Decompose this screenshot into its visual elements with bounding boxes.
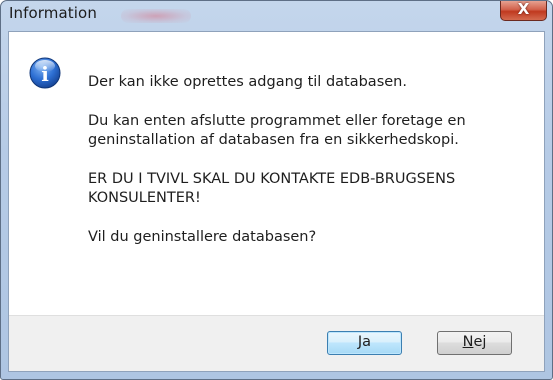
message-line-2: Du kan enten afslutte programmet eller f… xyxy=(88,112,466,149)
no-button[interactable]: Nej xyxy=(437,331,512,355)
message-line-4: Vil du geninstallere databasen? xyxy=(88,228,317,245)
no-button-mnemonic: N xyxy=(462,334,474,350)
title-bar[interactable]: Information X xyxy=(1,1,552,31)
message-area: i Der kan ikke oprettes adgang til datab… xyxy=(9,32,544,315)
no-button-label: ej xyxy=(473,334,487,350)
svg-text:i: i xyxy=(41,62,49,86)
close-icon: X xyxy=(517,0,530,18)
dialog-window: Information X i Der kan ikke oprettes ad… xyxy=(0,0,553,380)
close-button[interactable]: X xyxy=(500,1,547,21)
message-line-1: Der kan ikke oprettes adgang til databas… xyxy=(88,74,407,90)
information-icon: i xyxy=(29,57,61,89)
window-title: Information xyxy=(9,4,97,22)
dialog-client-area: i Der kan ikke oprettes adgang til datab… xyxy=(8,31,545,372)
button-bar: Ja Nej xyxy=(9,315,544,371)
yes-button[interactable]: Ja xyxy=(327,331,402,355)
yes-button-label: Ja xyxy=(357,334,372,350)
dialog-message: Der kan ikke oprettes adgang til databas… xyxy=(88,73,528,266)
title-bar-blur xyxy=(121,9,191,23)
message-line-3: ER DU I TVIVL SKAL DU KONTAKTE EDB-BRUGS… xyxy=(88,170,456,207)
